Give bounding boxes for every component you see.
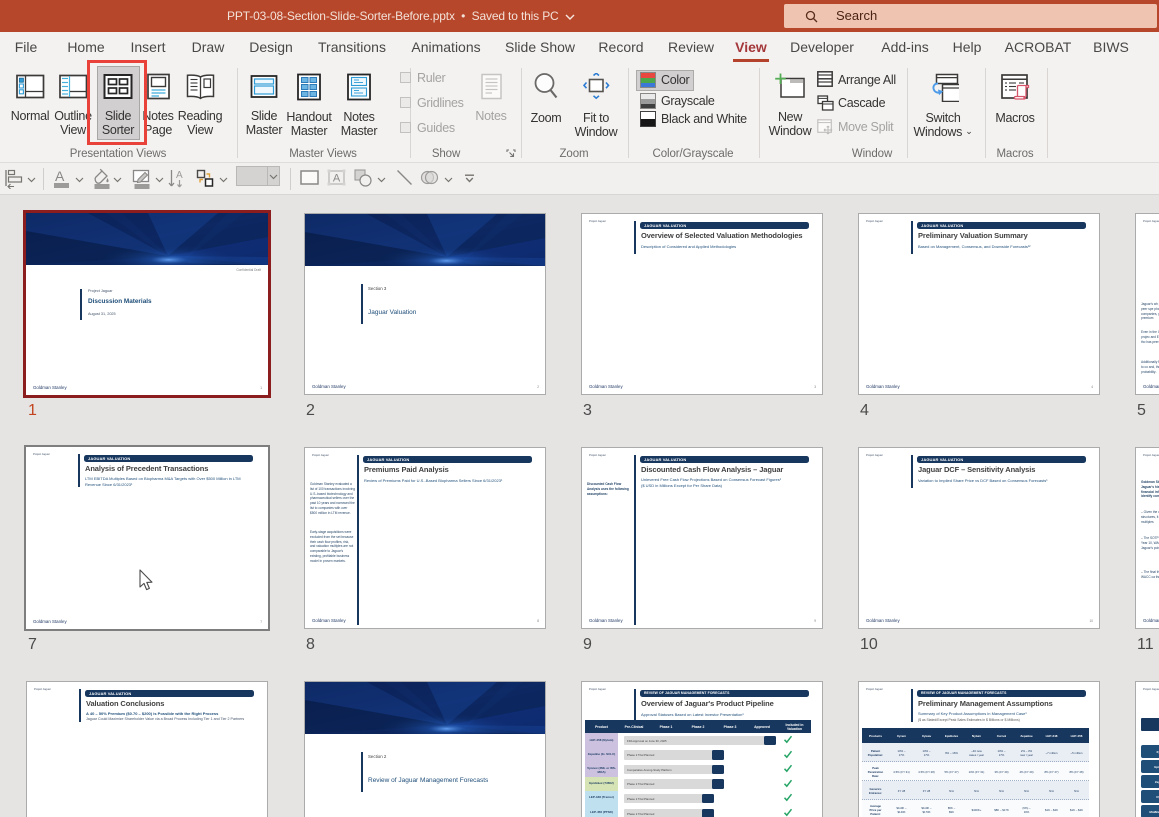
svg-text:A: A	[333, 173, 341, 185]
svg-text:A: A	[176, 170, 183, 181]
